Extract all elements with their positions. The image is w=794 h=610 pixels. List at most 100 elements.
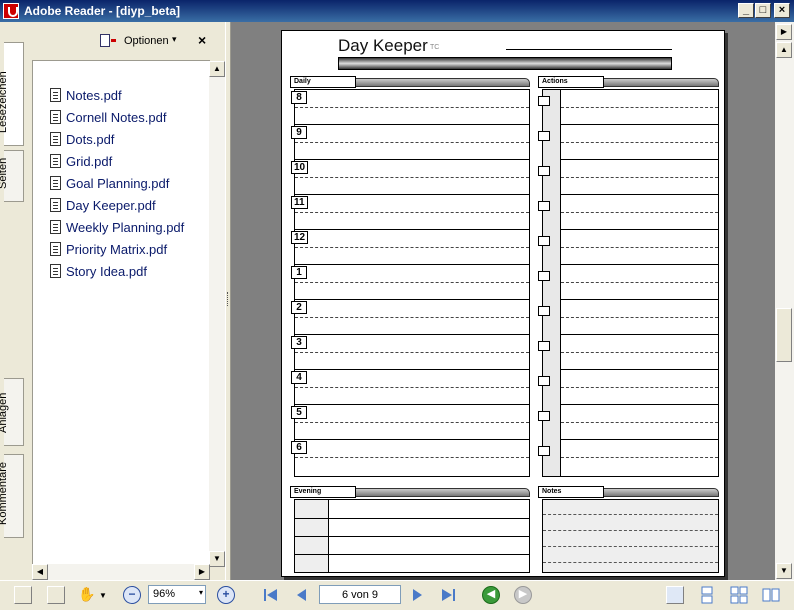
half-hour-line	[295, 212, 529, 213]
hour-label: 2	[291, 301, 307, 314]
go-back-icon[interactable]: ◀	[482, 586, 500, 604]
action-dash-line	[561, 177, 718, 178]
bookmark-options-icon[interactable]	[100, 34, 116, 47]
bookmark-item[interactable]: Story Idea.pdf	[50, 261, 147, 281]
minimize-button[interactable]: _	[738, 3, 754, 18]
bookmark-item[interactable]: Day Keeper.pdf	[50, 195, 156, 215]
tab-pages[interactable]: Seiten	[0, 150, 24, 202]
continuous-icon[interactable]	[698, 586, 716, 604]
bookmark-item[interactable]: Dots.pdf	[50, 129, 114, 149]
bookmark-item[interactable]: Weekly Planning.pdf	[50, 217, 184, 237]
half-hour-line	[295, 177, 529, 178]
maximize-button[interactable]: □	[755, 3, 771, 18]
go-forward-icon[interactable]: ▶	[514, 586, 532, 604]
zoom-out-button[interactable]: −	[123, 586, 141, 604]
hour-label: 4	[291, 371, 307, 384]
evening-section	[294, 499, 530, 573]
new-bookmark-icon[interactable]	[47, 586, 65, 604]
scroll-left-arrow[interactable]: ◀	[32, 564, 48, 580]
half-hour-line	[295, 317, 529, 318]
action-row	[538, 90, 718, 125]
scroll-up-arrow[interactable]: ▲	[776, 42, 792, 58]
panel-close-button[interactable]: ×	[198, 32, 206, 48]
tab-bookmarks[interactable]: Lesezeichen	[0, 42, 24, 146]
single-page-icon[interactable]	[666, 586, 684, 604]
zoom-value: 96%	[153, 588, 176, 600]
scroll-thumb[interactable]	[776, 308, 792, 362]
action-row	[538, 125, 718, 160]
half-hour-line	[295, 282, 529, 283]
bookmark-item[interactable]: Cornell Notes.pdf	[50, 107, 166, 127]
half-hour-line	[295, 457, 529, 458]
bookmark-item[interactable]: Notes.pdf	[50, 85, 122, 105]
actions-label: Actions	[538, 76, 604, 88]
prev-page-arrow[interactable]: ▶	[776, 24, 792, 40]
bookmark-item[interactable]: Grid.pdf	[50, 151, 112, 171]
action-row	[538, 195, 718, 230]
action-row	[538, 440, 718, 475]
action-dash-line	[561, 422, 718, 423]
next-page-button[interactable]	[408, 586, 426, 604]
bookmark-label: Dots.pdf	[66, 131, 115, 147]
prev-page-icon	[297, 589, 306, 601]
bookmark-vscroll[interactable]: ▲ ▼	[209, 61, 225, 567]
evening-line	[295, 536, 529, 537]
scroll-right-arrow[interactable]: ▶	[194, 564, 210, 580]
bookmark-hscroll[interactable]: ◀ ▶	[32, 564, 210, 580]
document-icon	[50, 110, 61, 124]
hour-block: 6	[291, 440, 529, 475]
daily-header: Daily	[290, 76, 530, 88]
scroll-down-arrow[interactable]: ▼	[776, 563, 792, 579]
checkbox-icon	[538, 236, 550, 246]
hour-block: 1	[291, 265, 529, 300]
tab-comments[interactable]: Kommentare	[0, 454, 24, 538]
checkbox-icon	[538, 271, 550, 281]
two-page-icon[interactable]	[762, 586, 780, 604]
close-button[interactable]: ×	[774, 3, 790, 18]
last-page-button[interactable]	[439, 586, 457, 604]
toggle-navigation-pane-icon[interactable]	[14, 586, 32, 604]
hour-block: 9	[291, 125, 529, 160]
options-menu[interactable]: Optionen	[124, 35, 169, 47]
action-row	[538, 265, 718, 300]
hour-label: 12	[291, 231, 309, 244]
prev-page-button[interactable]	[293, 586, 311, 604]
bookmark-item[interactable]: Goal Planning.pdf	[50, 173, 169, 193]
hand-tool-icon[interactable]: ✋	[78, 586, 96, 604]
bookmark-label: Story Idea.pdf	[66, 263, 147, 279]
hour-block: 11	[291, 195, 529, 230]
adobe-reader-icon	[3, 3, 19, 19]
half-hour-line	[295, 142, 529, 143]
evening-header: Evening	[290, 486, 530, 498]
zoom-input[interactable]: 96% ▾	[148, 585, 206, 604]
page-title: Day Keeper	[338, 36, 428, 55]
tab-pages-label: Seiten	[0, 157, 9, 189]
page-number-input[interactable]: 6 von 9	[319, 585, 401, 604]
first-page-button[interactable]	[262, 586, 280, 604]
action-row	[538, 370, 718, 405]
bookmark-label: Notes.pdf	[66, 87, 122, 103]
tab-attachments[interactable]: Anlagen	[0, 378, 24, 446]
scroll-up-arrow[interactable]: ▲	[209, 61, 225, 77]
hour-block: 10	[291, 160, 529, 195]
checkbox-icon	[538, 341, 550, 351]
facing-icon[interactable]	[730, 586, 748, 604]
zoom-in-button[interactable]: +	[217, 586, 235, 604]
chevron-down-icon[interactable]: ▾	[199, 588, 203, 597]
navigation-toolbar: ✋ ▼ − 96% ▾ + 6 von 9 ◀ ▶	[0, 580, 794, 610]
window-title: Adobe Reader - [diyp_beta]	[24, 4, 181, 18]
action-dash-line	[561, 352, 718, 353]
date-line	[506, 49, 672, 50]
document-vscroll[interactable]: ▶ ▲ ▼	[775, 22, 794, 580]
chevron-down-icon[interactable]: ▼	[99, 591, 117, 609]
half-hour-line	[295, 107, 529, 108]
bookmark-item[interactable]: Priority Matrix.pdf	[50, 239, 167, 259]
bookmark-list: Notes.pdf Cornell Notes.pdf Dots.pdf Gri…	[32, 60, 225, 572]
action-row	[538, 335, 718, 370]
document-icon	[50, 154, 61, 168]
notes-section	[542, 499, 719, 573]
half-hour-line	[295, 422, 529, 423]
scroll-down-arrow[interactable]: ▼	[209, 551, 225, 567]
chevron-down-icon[interactable]: ▾	[172, 34, 177, 45]
header-gradient-bar	[338, 57, 672, 70]
